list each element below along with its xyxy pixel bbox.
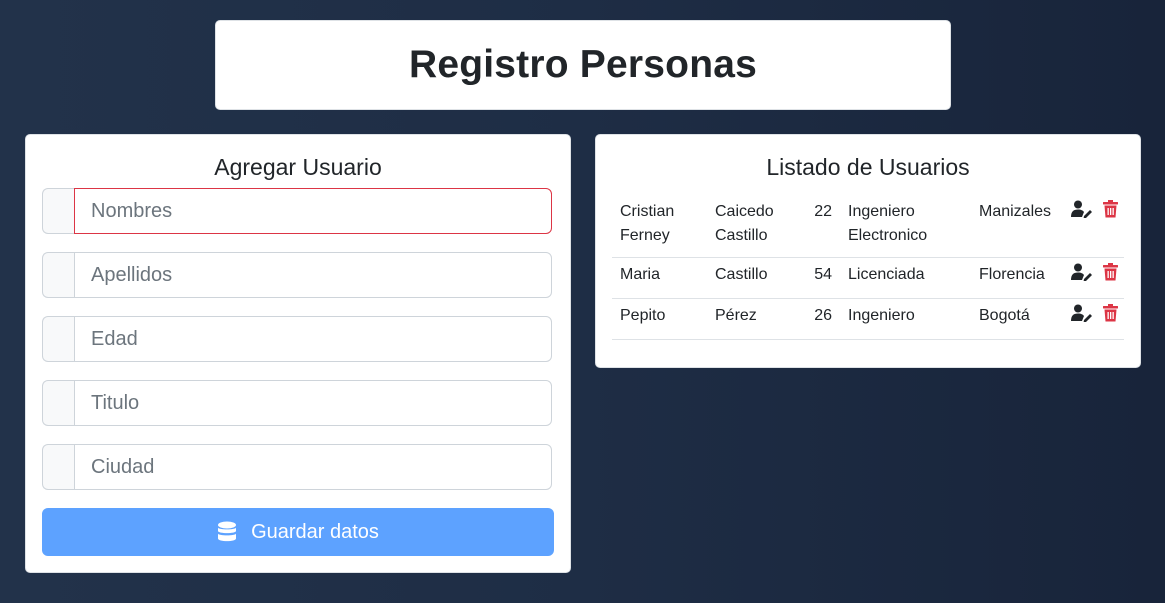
form-title: Agregar Usuario <box>214 154 382 180</box>
cell-edit <box>1066 298 1100 340</box>
add-user-card: Agregar Usuario Guardar datos <box>25 134 571 573</box>
user-edit-icon[interactable] <box>1070 263 1093 289</box>
cell-delete <box>1099 195 1124 258</box>
table-row: Maria Castillo 54 Licenciada Florencia <box>612 257 1124 299</box>
nombres-input[interactable] <box>74 188 552 234</box>
edad-group <box>42 316 552 362</box>
cell-titulo: Ingeniero <box>840 298 971 340</box>
user-edit-icon[interactable] <box>1070 200 1093 226</box>
page-title: Registro Personas <box>408 43 758 86</box>
save-button-label: Guardar datos <box>251 520 379 543</box>
ciudad-group <box>42 444 552 490</box>
edad-prefix <box>42 316 74 362</box>
table-row: Cristian Ferney Caicedo Castillo 22 Inge… <box>612 195 1124 258</box>
trash-icon[interactable] <box>1103 263 1119 289</box>
cell-edad: 22 <box>802 195 840 258</box>
table-row: Pepito Pérez 26 Ingeniero Bogotá <box>612 298 1124 340</box>
cell-nombres: Cristian Ferney <box>612 195 707 258</box>
cell-edit <box>1066 257 1100 299</box>
cell-delete <box>1099 257 1124 299</box>
titulo-group <box>42 380 552 426</box>
list-title: Listado de Usuarios <box>766 154 970 180</box>
cell-apellidos: Caicedo Castillo <box>707 195 802 258</box>
ciudad-prefix <box>42 444 74 490</box>
cell-ciudad: Manizales <box>971 195 1067 258</box>
cell-nombres: Maria <box>612 257 707 299</box>
user-list-card: Listado de Usuarios Cristian Ferney Caic… <box>595 134 1141 368</box>
cell-ciudad: Bogotá <box>971 298 1067 340</box>
trash-icon[interactable] <box>1103 304 1119 330</box>
nombres-group <box>42 188 552 234</box>
ciudad-input[interactable] <box>74 444 552 490</box>
edad-input[interactable] <box>74 316 552 362</box>
titulo-input[interactable] <box>74 380 552 426</box>
header-card: Registro Personas <box>215 20 951 110</box>
cell-edad: 54 <box>802 257 840 299</box>
cell-apellidos: Pérez <box>707 298 802 340</box>
cell-apellidos: Castillo <box>707 257 802 299</box>
user-edit-icon[interactable] <box>1070 304 1093 330</box>
apellidos-group <box>42 252 552 298</box>
cell-titulo: Ingeniero Electronico <box>840 195 971 258</box>
save-button[interactable]: Guardar datos <box>42 508 554 556</box>
titulo-prefix <box>42 380 74 426</box>
cell-ciudad: Florencia <box>971 257 1067 299</box>
cell-nombres: Pepito <box>612 298 707 340</box>
apellidos-input[interactable] <box>74 252 552 298</box>
cell-edit <box>1066 195 1100 258</box>
nombres-prefix <box>42 188 74 234</box>
cell-titulo: Licenciada <box>840 257 971 299</box>
cell-delete <box>1099 298 1124 340</box>
cell-edad: 26 <box>802 298 840 340</box>
trash-icon[interactable] <box>1103 200 1119 226</box>
apellidos-prefix <box>42 252 74 298</box>
database-icon <box>217 521 237 543</box>
users-table: Cristian Ferney Caicedo Castillo 22 Inge… <box>612 195 1124 340</box>
